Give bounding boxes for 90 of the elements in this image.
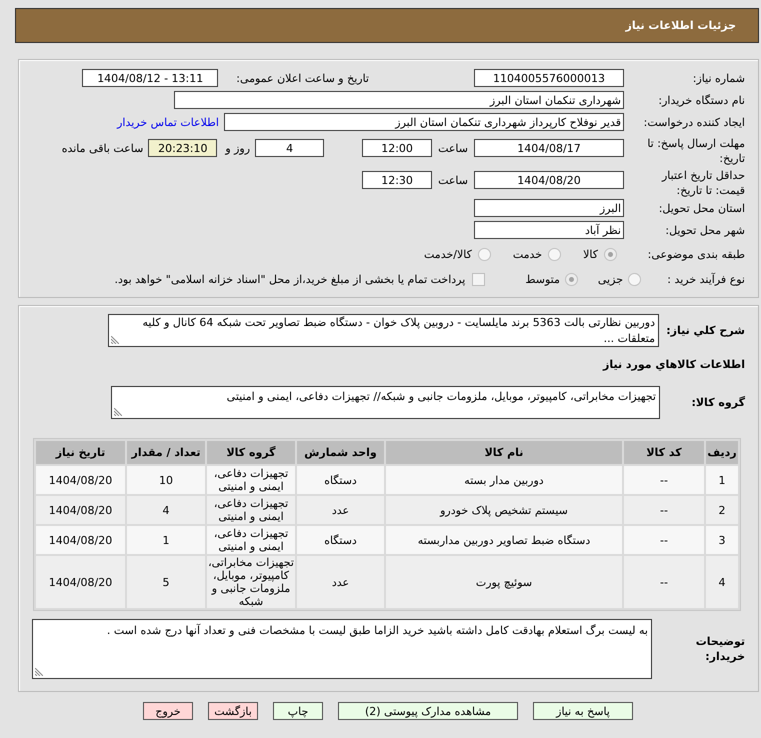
- days-field[interactable]: 4: [255, 139, 324, 157]
- column-header: کد کالا: [624, 441, 704, 464]
- field-label: تاریخ و ساعت اعلان عمومی:: [236, 70, 369, 86]
- reply-time-field[interactable]: 12:00: [362, 139, 432, 157]
- field-label: حداقل تاریخ اعتبار قیمت: تا تاریخ:: [660, 168, 745, 198]
- table-cell: دستگاه ضبط تصاویر دوربین مداربسته: [386, 526, 622, 554]
- action-button[interactable]: خروج: [143, 702, 193, 720]
- table-cell: --: [624, 526, 704, 554]
- validity-time-field[interactable]: 12:30: [362, 171, 432, 189]
- table-cell: دستگاه: [297, 526, 384, 554]
- validity-date-field[interactable]: 1404/08/20: [474, 171, 624, 189]
- section-title: اطلاعات کالاهاي مورد نياز: [603, 356, 745, 372]
- table-cell: 10: [127, 466, 205, 494]
- description-field[interactable]: دوربین نظارتی بالت 5363 برند مایلسایت - دروبین پلاک خوان - دستگاه ضبط تصاویر تحت شبکه 64 کانال و کلیه متعلقات ...: [108, 314, 659, 347]
- field-label: شهر محل تحویل:: [664, 222, 745, 238]
- field-label: ساعت باقی مانده: [62, 140, 144, 156]
- table-cell: عدد: [297, 496, 384, 524]
- requester-field[interactable]: قدیر نوفلاح کارپرداز شهرداری تنکمان استان البرز: [224, 113, 624, 131]
- remaining-time-field[interactable]: 20:23:10: [148, 139, 218, 157]
- goods-group-field[interactable]: تجهیزات مخابراتی، کامپیوتر، موبایل، ملزومات جانبی و شبکه// تجهیزات دفاعی، ایمنی و امنیتی: [111, 386, 660, 419]
- radio-button[interactable]: [604, 248, 617, 260]
- field-label: ساعت: [438, 140, 468, 156]
- radio-label: جزیی: [598, 272, 623, 286]
- radio-button[interactable]: [548, 248, 562, 260]
- action-button[interactable]: بازگشت: [208, 702, 258, 720]
- action-button[interactable]: پاسخ به نیاز: [533, 702, 633, 720]
- action-button[interactable]: چاپ: [273, 702, 323, 720]
- table-cell: دوربین مدار بسته: [386, 466, 622, 494]
- table-cell: تجهیزات دفاعی، ایمنی و امنیتی: [207, 466, 295, 494]
- field-label: شرح کلي نياز:: [665, 323, 745, 338]
- column-header: تعداد / مقدار: [127, 441, 205, 464]
- buyer-org-field[interactable]: شهرداری تنکمان استان البرز: [174, 91, 624, 109]
- radio-button[interactable]: [478, 248, 491, 260]
- radio-label: متوسط: [525, 272, 560, 286]
- field-label: ایجاد کننده درخواست:: [642, 114, 745, 130]
- table-cell: 1404/08/20: [36, 466, 125, 494]
- column-header: نام کالا: [386, 441, 622, 464]
- contact-link[interactable]: اطلاعات تماس خریدار: [117, 114, 219, 130]
- action-button[interactable]: مشاهده مدارک پیوستی (2): [338, 702, 518, 720]
- table-cell: 5: [127, 556, 205, 608]
- field-label: استان محل تحویل:: [658, 200, 745, 216]
- table-cell: تجهیزات مخابراتی، کامپیوتر، موبایل، ملزومات جانبی و شبکه: [207, 556, 295, 608]
- table-cell: 1404/08/20: [36, 556, 125, 608]
- field-label: مهلت ارسال پاسخ: تا تاریخ:: [646, 136, 745, 166]
- table-cell: سوئیچ پورت: [386, 556, 622, 608]
- field-label: طبقه بندی موضوعی:: [646, 246, 745, 262]
- table-cell: تجهیزات دفاعی، ایمنی و امنیتی: [207, 526, 295, 554]
- column-header: گروه کالا: [207, 441, 295, 464]
- table-cell: سیستم تشخیص پلاک خودرو: [386, 496, 622, 524]
- resize-grip-icon[interactable]: [35, 668, 43, 676]
- radio-button[interactable]: [628, 272, 641, 286]
- city-field[interactable]: نظر آباد: [474, 221, 624, 239]
- page-title: جزئیات اطلاعات نیاز: [626, 18, 736, 33]
- announcement-date-field[interactable]: 1404/08/12 - 13:11: [82, 69, 218, 87]
- table-cell: 1: [127, 526, 205, 554]
- field-label: ساعت: [438, 172, 468, 188]
- table-cell: 1: [706, 466, 738, 494]
- table-cell: تجهیزات دفاعی، ایمنی و امنیتی: [207, 496, 295, 524]
- field-label: گروه کالا:: [690, 395, 745, 410]
- table-cell: 3: [706, 526, 738, 554]
- buyer-notes-field[interactable]: به لیست برگ استعلام بهادقت کامل داشته باشید خرید الزاما طبق لیست با مشخصات فنی و تعداد آنها درج شده است .: [32, 619, 652, 679]
- radio-label: کالا/خدمت: [424, 246, 472, 262]
- reply-date-field[interactable]: 1404/08/17: [474, 139, 624, 157]
- field-label: نام دستگاه خریدار:: [657, 92, 745, 108]
- radio-label: خدمت: [512, 246, 542, 262]
- need-number-field[interactable]: 1104005576000013: [474, 69, 624, 87]
- table-cell: عدد: [297, 556, 384, 608]
- radio-button[interactable]: [564, 272, 578, 286]
- table-cell: --: [624, 466, 704, 494]
- field-label: روز و: [225, 140, 250, 156]
- table-cell: 4: [706, 556, 738, 608]
- resize-grip-icon[interactable]: [114, 408, 122, 416]
- radio-label: کالا: [583, 246, 598, 262]
- column-header: تاریخ نیاز: [36, 441, 125, 464]
- table-cell: 1404/08/20: [36, 526, 125, 554]
- field-label: توضیحات خریدار:: [694, 634, 745, 664]
- table-cell: 2: [706, 496, 738, 524]
- table-cell: 4: [127, 496, 205, 524]
- field-label: شماره نیاز:: [692, 70, 745, 86]
- column-header: واحد شمارش: [297, 441, 384, 464]
- resize-grip-icon[interactable]: [111, 336, 119, 344]
- checkbox-label: پرداخت تمام یا بخشی از مبلغ خرید،از محل "اسناد خزانه اسلامی" خواهد بود.: [114, 272, 466, 286]
- table-cell: 1404/08/20: [36, 496, 125, 524]
- field-label: نوع فرآیند خرید :: [666, 272, 745, 286]
- province-field[interactable]: البرز: [474, 199, 624, 217]
- table-cell: --: [624, 496, 704, 524]
- table-cell: دستگاه: [297, 466, 384, 494]
- column-header: ردیف: [706, 441, 738, 464]
- checkbox[interactable]: [472, 272, 486, 286]
- table-cell: --: [624, 556, 704, 608]
